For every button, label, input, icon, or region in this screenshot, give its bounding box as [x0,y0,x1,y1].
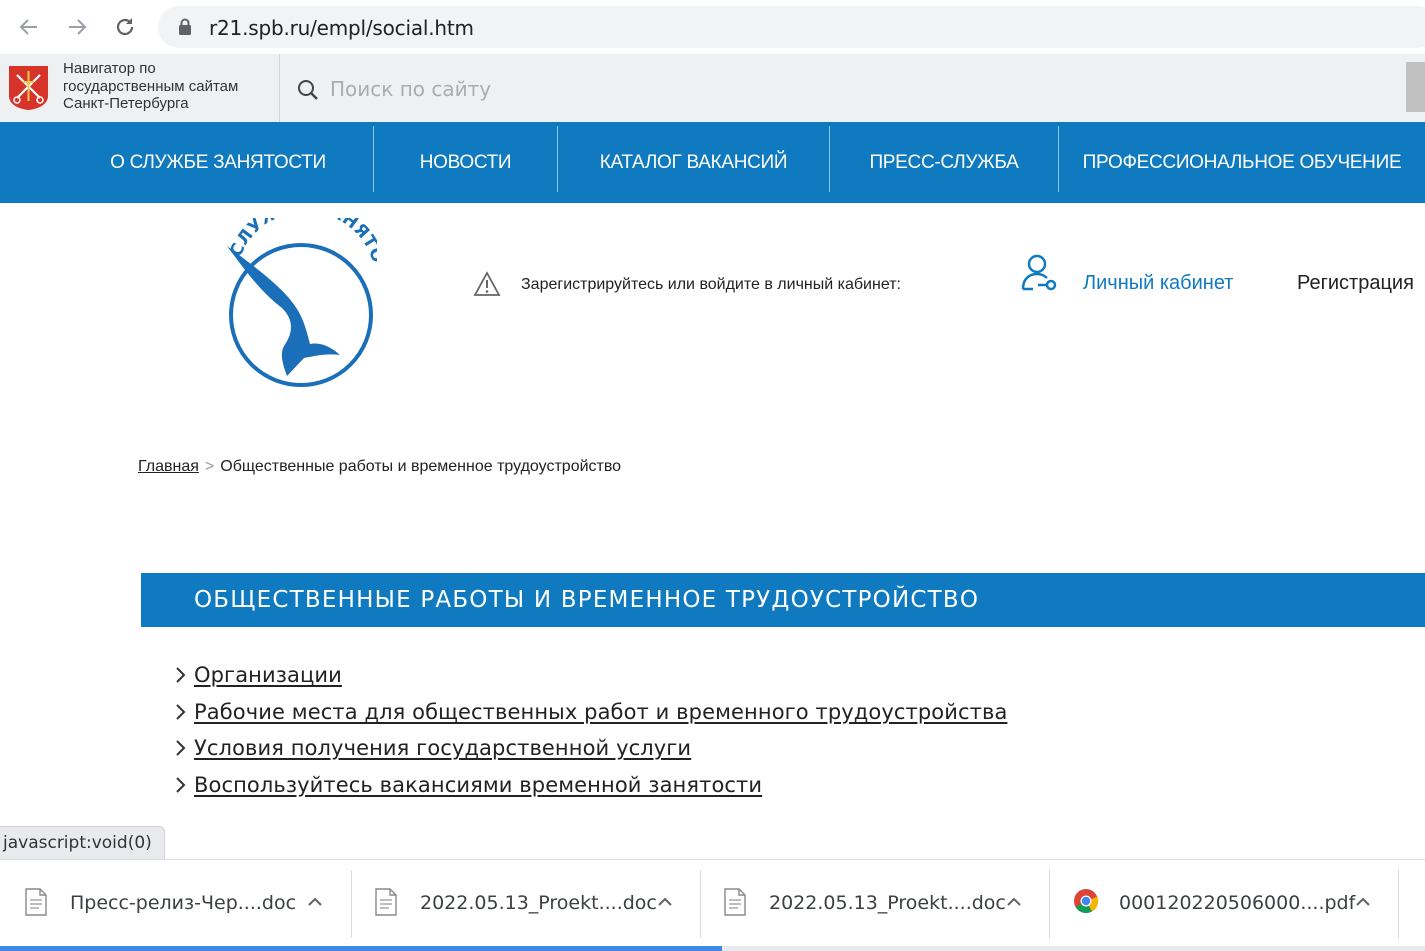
breadcrumb-separator: > [204,458,215,475]
arrow-left-icon [19,19,37,35]
list-item: Рабочие места для общественных работ и в… [174,694,1007,731]
list-item: Условия получения государственной услуги [174,730,1007,767]
section-title: ОБЩЕСТВЕННЫЕ РАБОТЫ И ВРЕМЕННОЕ ТРУДОУСТ… [194,587,980,613]
navigator-text: Навигатор по государственным сайтам Санк… [63,60,239,112]
taskbar-edge [0,946,722,951]
menu-item-vacancies[interactable]: Каталог вакансий [558,122,829,203]
download-filename: 2022.05.13_Proekt....doc [420,892,657,914]
browser-toolbar: r21.spb.ru/empl/social.htm [0,0,1425,54]
link-workplaces[interactable]: Рабочие места для общественных работ и в… [194,700,1007,724]
taskbar-edge [722,946,1425,951]
scrollbar-thumb[interactable] [1406,62,1425,112]
user-cabinet-icon[interactable] [1020,253,1060,293]
section-links: Организации Рабочие места для общественн… [174,657,1007,803]
chevron-right-icon [174,666,194,684]
lock-icon [179,18,191,35]
reload-button[interactable] [110,12,140,42]
employment-service-logo[interactable]: СЛУЖБА ЗАНЯТОСТИ [222,218,377,390]
breadcrumb: Главная > Общественные работы и временное … [138,458,621,476]
menu-item-press[interactable]: Пресс-служба [830,122,1058,203]
link-temporary-vacancies[interactable]: Воспользуйтесь вакансиями временной заня… [194,773,762,797]
downloads-shelf: Пресс-релиз-Чер....doc 2022.05.13_Proekt… [0,859,1425,951]
register-prompt: Зарегистрируйтесь или войдите в личный к… [521,276,901,293]
link-service-conditions[interactable]: Условия получения государственной услуги [194,736,691,760]
download-item[interactable]: 000120220506000....pdf [1049,870,1399,936]
download-item[interactable]: Пресс-релиз-Чер....doc [0,870,350,936]
download-filename: Пресс-релиз-Чер....doc [70,892,297,914]
download-item[interactable]: 2022.05.13_Proekt....doc [699,870,1049,936]
main-menu: О службе занятости Новости Каталог вакан… [0,122,1425,203]
address-bar[interactable]: r21.spb.ru/empl/social.htm [158,6,1425,48]
section-header: ОБЩЕСТВЕННЫЕ РАБОТЫ И ВРЕМЕННОЕ ТРУДОУСТ… [141,573,1425,627]
breadcrumb-current: Общественные работы и временное трудоуст… [220,458,622,475]
warning-icon [473,271,501,296]
list-item: Организации [174,657,1007,694]
doc-file-icon [25,888,47,916]
download-item[interactable]: 2022.05.13_Proekt....doc [350,870,700,936]
list-item: Воспользуйтесь вакансиями временной заня… [174,767,1007,804]
chevron-up-icon[interactable] [1354,896,1372,908]
chevron-right-icon [174,776,194,794]
chevron-up-icon[interactable] [656,896,674,908]
chevron-right-icon [174,703,194,721]
gov-navigator-bar: Навигатор по государственным сайтам Санк… [0,54,1425,123]
forward-button[interactable] [62,12,92,42]
reload-icon [116,18,134,36]
site-search-input[interactable] [330,74,830,104]
chevron-right-icon [174,739,194,757]
url-text: r21.spb.ru/empl/social.htm [209,16,474,40]
arrow-right-icon [69,19,87,35]
doc-file-icon [724,888,746,916]
menu-item-news[interactable]: Новости [374,122,557,203]
back-button[interactable] [14,12,44,42]
spb-coat-of-arms-icon [9,66,48,110]
registration-link[interactable]: Регистрация [1297,272,1414,295]
search-icon[interactable] [296,78,320,102]
download-filename: 000120220506000....pdf [1119,892,1356,914]
doc-file-icon [375,888,397,916]
menu-item-training[interactable]: Профессиональное обучение [1059,122,1425,203]
chevron-up-icon[interactable] [1005,896,1023,908]
breadcrumb-home-link[interactable]: Главная [138,458,199,475]
chrome-icon [1074,889,1099,914]
menu-item-about[interactable]: О службе занятости [98,122,338,203]
download-filename: 2022.05.13_Proekt....doc [769,892,1006,914]
link-organizations[interactable]: Организации [194,663,342,687]
chevron-up-icon[interactable] [306,896,324,908]
download-separator [1398,870,1399,938]
navigator-link[interactable]: Навигатор по государственным сайтам Санк… [0,54,280,122]
status-url-tooltip: javascript:void(0) [0,826,165,859]
personal-cabinet-link[interactable]: Личный кабинет [1083,272,1233,295]
